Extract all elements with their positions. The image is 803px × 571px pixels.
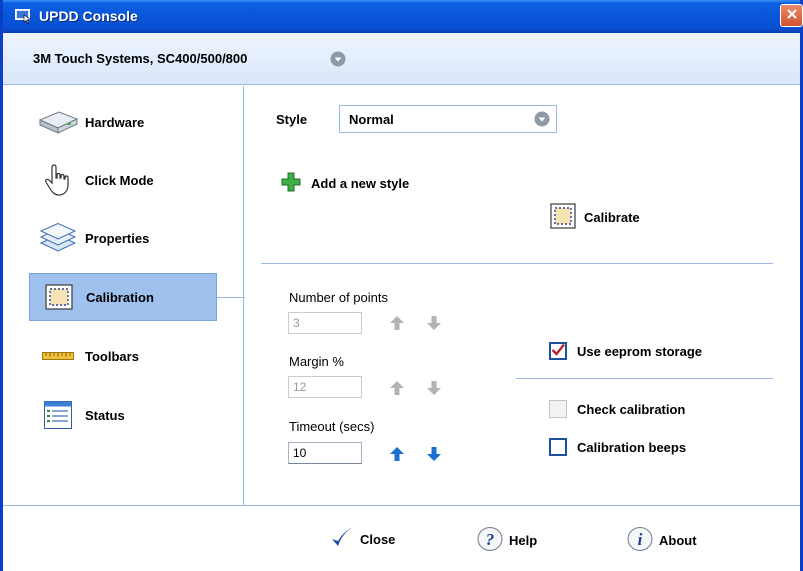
sidebar: Hardware Click Mode Properties Calibrati… bbox=[3, 86, 244, 505]
sidebar-item-hardware[interactable]: Hardware bbox=[29, 98, 217, 146]
arrow-up-icon[interactable] bbox=[388, 445, 406, 463]
timeout-input[interactable] bbox=[288, 442, 362, 464]
number-of-points-input[interactable] bbox=[288, 312, 362, 334]
margin-input[interactable] bbox=[288, 376, 362, 398]
svg-text:?: ? bbox=[486, 530, 495, 549]
help-label: Help bbox=[509, 533, 538, 548]
sidebar-item-label: Status bbox=[85, 407, 125, 423]
close-button[interactable]: Close bbox=[330, 526, 395, 553]
svg-text:i: i bbox=[638, 530, 643, 549]
sidebar-item-label: Calibration bbox=[86, 289, 154, 305]
close-icon bbox=[786, 8, 798, 23]
number-of-points-label: Number of points bbox=[289, 290, 388, 305]
sidebar-item-calibration[interactable]: Calibration bbox=[29, 273, 217, 321]
arrow-down-icon[interactable] bbox=[425, 445, 443, 463]
checkbox-label: Calibration beeps bbox=[577, 439, 687, 455]
checkbox-label: Use eeprom storage bbox=[577, 343, 702, 359]
margin-label: Margin % bbox=[289, 354, 344, 369]
hand-pointer-icon bbox=[37, 164, 79, 196]
selection-connector bbox=[217, 297, 245, 298]
checkbox-box[interactable] bbox=[549, 400, 567, 418]
arrow-down-icon[interactable] bbox=[425, 314, 443, 332]
checkbox-box[interactable] bbox=[549, 438, 567, 456]
sidebar-item-properties[interactable]: Properties bbox=[29, 214, 217, 262]
layers-icon bbox=[37, 222, 79, 254]
arrow-down-icon[interactable] bbox=[425, 379, 443, 397]
add-style-label: Add a new style bbox=[311, 176, 410, 191]
arrow-up-icon[interactable] bbox=[388, 379, 406, 397]
check-calibration-checkbox[interactable]: Check calibration bbox=[549, 400, 685, 418]
info-icon: i bbox=[627, 526, 653, 555]
close-window-button[interactable] bbox=[780, 4, 803, 27]
use-eeprom-storage-checkbox[interactable]: Use eeprom storage bbox=[549, 342, 702, 360]
ruler-icon bbox=[37, 340, 79, 372]
divider bbox=[261, 263, 773, 264]
updd-console-window: UPDD Console 3M Touch Systems, SC400/500… bbox=[0, 0, 803, 571]
calibrate-button[interactable]: Calibrate bbox=[550, 203, 640, 232]
add-style-button[interactable]: Add a new style bbox=[281, 172, 409, 195]
calibration-icon bbox=[550, 203, 576, 232]
hardware-icon bbox=[37, 106, 79, 138]
sidebar-item-label: Click Mode bbox=[85, 172, 154, 188]
status-list-icon bbox=[37, 399, 79, 431]
sidebar-item-label: Toolbars bbox=[85, 348, 139, 364]
sidebar-item-label: Hardware bbox=[85, 114, 145, 130]
checkbox-box[interactable] bbox=[549, 342, 567, 360]
about-button[interactable]: i About bbox=[627, 526, 697, 555]
sidebar-item-click-mode[interactable]: Click Mode bbox=[29, 156, 217, 204]
device-dropdown-icon[interactable] bbox=[330, 51, 346, 67]
style-label: Style bbox=[276, 112, 308, 127]
help-button[interactable]: ? Help bbox=[477, 526, 537, 555]
divider bbox=[516, 378, 773, 379]
close-label: Close bbox=[360, 532, 396, 547]
sidebar-item-label: Properties bbox=[85, 230, 150, 246]
calibrate-label: Calibrate bbox=[584, 210, 640, 225]
title-bar[interactable]: UPDD Console bbox=[3, 0, 803, 33]
calibration-panel: Style Normal Add a new style Calibrate N… bbox=[245, 86, 800, 505]
app-icon bbox=[15, 9, 33, 24]
sidebar-item-toolbars[interactable]: Toolbars bbox=[29, 332, 217, 380]
device-bar: 3M Touch Systems, SC400/500/800 bbox=[3, 33, 800, 85]
help-icon: ? bbox=[477, 526, 503, 555]
calibration-beeps-checkbox[interactable]: Calibration beeps bbox=[549, 438, 686, 456]
chevron-down-icon[interactable] bbox=[534, 111, 550, 127]
about-label: About bbox=[659, 533, 697, 548]
plus-icon bbox=[281, 172, 301, 195]
window-title: UPDD Console bbox=[39, 8, 138, 24]
footer: Close ? Help i About bbox=[3, 505, 800, 571]
timeout-label: Timeout (secs) bbox=[289, 419, 375, 434]
calibration-icon bbox=[38, 281, 80, 313]
device-name: 3M Touch Systems, SC400/500/800 bbox=[33, 51, 248, 66]
style-select[interactable]: Normal bbox=[339, 105, 557, 133]
checkmark-icon bbox=[330, 526, 354, 553]
sidebar-item-status[interactable]: Status bbox=[29, 391, 217, 439]
checkmark-icon bbox=[551, 343, 565, 360]
style-select-value: Normal bbox=[349, 112, 394, 127]
checkbox-label: Check calibration bbox=[577, 401, 686, 417]
arrow-up-icon[interactable] bbox=[388, 314, 406, 332]
